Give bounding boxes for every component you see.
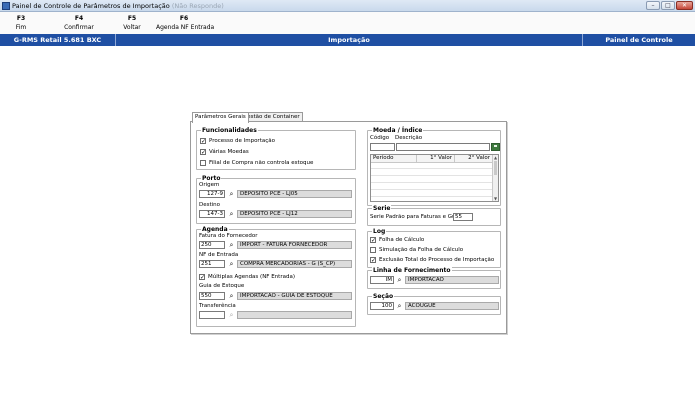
moeda-descricao-input[interactable] — [396, 143, 490, 151]
porto-group: Porto Origem 127-9 ⌕ DEPOSITO PCE - LJ05… — [196, 175, 356, 224]
linha-fornecimento-title: Linha de Fornecimento — [372, 267, 452, 274]
moeda-save-icon[interactable] — [491, 143, 500, 151]
grid-row[interactable] — [371, 163, 493, 169]
nf-entrada-lookup-binoculars-icon[interactable]: ⌕ — [227, 260, 236, 268]
header-app-version: G-RMS Retail 5.681 BXC — [0, 34, 116, 46]
funcionalidades-title: Funcionalidades — [201, 127, 258, 134]
folha-calculo-checkbox[interactable]: ✓ — [370, 237, 376, 244]
close-button[interactable]: ✕ — [676, 1, 693, 10]
exclusao-total-label: Exclusão Total do Processo de Importação — [379, 257, 495, 263]
fatura-lookup-binoculars-icon[interactable]: ⌕ — [227, 241, 236, 249]
transferencia-lookup-binoculars-icon[interactable]: ⌕ — [227, 311, 236, 319]
linha-code-input[interactable]: IM — [370, 276, 394, 284]
exclusao-total-checkbox[interactable]: ✓ — [370, 257, 376, 264]
app-icon — [2, 2, 10, 10]
grid-header-periodo[interactable]: Período — [371, 155, 417, 163]
nf-entrada-code-input[interactable]: 251 — [199, 260, 225, 268]
varias-moedas-label: Várias Moedas — [209, 149, 249, 155]
parameters-panel: Funcionalidades ✓ Processo de Importação… — [190, 121, 507, 334]
header-panel-title: Painel de Controle — [605, 36, 673, 44]
transferencia-description — [237, 311, 352, 319]
secao-group: Seção 100 ⌕ ACOUGUE — [367, 293, 501, 315]
transferencia-label: Transferência — [199, 303, 236, 309]
filial-compra-checkbox[interactable] — [200, 160, 206, 166]
linha-description: IMPORTACAO — [405, 276, 499, 284]
serie-group: Serie Serie Padrão para Faturas e Guias:… — [367, 205, 501, 226]
moeda-periodo-grid[interactable]: Período 1° Valor 2° Valor ▲ ▼ — [370, 154, 499, 202]
secao-description: ACOUGUE — [405, 302, 499, 310]
origem-lookup-binoculars-icon[interactable]: ⌕ — [227, 190, 236, 198]
agenda-group: Agenda Fatura do Fornecedor 250 ⌕ IMPORT… — [196, 226, 356, 327]
guia-estoque-description: IMPORTACAO - GUIA DE ESTOQUE — [237, 292, 352, 300]
grid-header-valor-1[interactable]: 1° Valor — [417, 155, 455, 163]
porto-title: Porto — [201, 175, 222, 182]
moeda-codigo-label: Código — [370, 135, 390, 141]
fatura-description: IMPORT - FATURA FORNECEDOR — [237, 241, 352, 249]
grid-vertical-scrollbar[interactable]: ▲ ▼ — [492, 155, 498, 201]
secao-lookup-binoculars-icon[interactable]: ⌕ — [395, 302, 404, 310]
destino-code-input[interactable]: 147-3 — [199, 210, 225, 218]
tab-parametros-gerais[interactable]: Parâmetros Gerais — [192, 112, 249, 123]
fkey-agenda-nf-entrada[interactable]: F6 Agenda NF Entrada — [156, 15, 214, 31]
processo-importacao-checkbox[interactable]: ✓ — [200, 138, 206, 145]
grid-row[interactable] — [371, 191, 493, 197]
simulacao-folha-label: Simulação da Folha de Cálculo — [379, 247, 464, 253]
guia-estoque-lookup-binoculars-icon[interactable]: ⌕ — [227, 292, 236, 300]
guia-estoque-code-input[interactable]: 550 — [199, 292, 225, 300]
moeda-indice-group: Moeda / Índice Código Descrição Período … — [367, 127, 501, 206]
linha-lookup-binoculars-icon[interactable]: ⌕ — [395, 276, 404, 284]
folha-calculo-label: Folha de Cálculo — [379, 237, 425, 243]
moeda-codigo-input[interactable] — [370, 143, 395, 151]
nf-entrada-label: NF de Entrada — [199, 252, 239, 258]
serie-title: Serie — [372, 205, 392, 212]
header-module-title: Importação — [116, 34, 583, 46]
scroll-up-arrow-icon[interactable]: ▲ — [493, 155, 498, 160]
title-bar: Painel de Controle de Parâmetros de Impo… — [0, 0, 695, 12]
maximize-button[interactable]: □ — [661, 1, 675, 10]
moeda-descricao-label: Descrição — [395, 135, 423, 141]
scroll-thumb[interactable] — [494, 161, 497, 175]
linha-fornecimento-group: Linha de Fornecimento IM ⌕ IMPORTACAO — [367, 267, 501, 289]
grid-row[interactable] — [371, 184, 493, 190]
fatura-code-input[interactable]: 250 — [199, 241, 225, 249]
multiplas-agendas-checkbox[interactable]: ✓ — [199, 274, 205, 281]
funcionalidades-group: Funcionalidades ✓ Processo de Importação… — [196, 127, 356, 170]
serie-padrao-label: Serie Padrão para Faturas e Guias: — [370, 214, 466, 220]
nf-entrada-description: COMPRA MERCADORIAS - G (S_CP) — [237, 260, 352, 268]
fatura-label: Fatura do Fornecedor — [199, 233, 258, 239]
destino-description: DEPOSITO PCE - LJ12 — [237, 210, 352, 218]
varias-moedas-checkbox[interactable]: ✓ — [200, 149, 206, 156]
function-key-toolbar: F3 Fim F4 Confirmar F5 Voltar F6 Agenda NF E… — [0, 12, 695, 34]
destino-lookup-binoculars-icon[interactable]: ⌕ — [227, 210, 236, 218]
guia-estoque-label: Guia de Estoque — [199, 283, 245, 289]
processo-importacao-label: Processo de Importação — [209, 138, 275, 144]
scroll-down-arrow-icon[interactable]: ▼ — [493, 196, 498, 201]
fkey-confirmar[interactable]: F4 Confirmar — [60, 15, 98, 31]
window-title: Painel de Controle de Parâmetros de Impo… — [12, 2, 224, 10]
grid-header-valor-2[interactable]: 2° Valor — [455, 155, 493, 163]
origem-label: Origem — [199, 182, 220, 188]
transferencia-code-input[interactable] — [199, 311, 225, 319]
filial-compra-label: Filial de Compra não controla estoque — [209, 160, 314, 166]
simulacao-folha-checkbox[interactable] — [370, 247, 376, 253]
grid-row[interactable] — [371, 170, 493, 176]
destino-label: Destino — [199, 202, 221, 208]
fkey-fim[interactable]: F3 Fim — [6, 15, 36, 31]
secao-title: Seção — [372, 293, 395, 300]
agenda-title: Agenda — [201, 226, 229, 233]
log-title: Log — [372, 228, 387, 235]
minimize-button[interactable]: – — [646, 1, 660, 10]
moeda-indice-title: Moeda / Índice — [372, 127, 424, 134]
log-group: Log ✓ Folha de Cálculo Simulação da Folh… — [367, 228, 501, 268]
grid-row[interactable] — [371, 177, 493, 183]
multiplas-agendas-label: Múltiplas Agendas (NF Entrada) — [208, 274, 295, 280]
fkey-voltar[interactable]: F5 Voltar — [117, 15, 147, 31]
serie-padrao-input[interactable]: 55 — [453, 213, 473, 221]
secao-code-input[interactable]: 100 — [370, 302, 394, 310]
origem-code-input[interactable]: 127-9 — [199, 190, 225, 198]
header-bar: G-RMS Retail 5.681 BXC Importação Painel… — [0, 34, 695, 46]
origem-description: DEPOSITO PCE - LJ05 — [237, 190, 352, 198]
